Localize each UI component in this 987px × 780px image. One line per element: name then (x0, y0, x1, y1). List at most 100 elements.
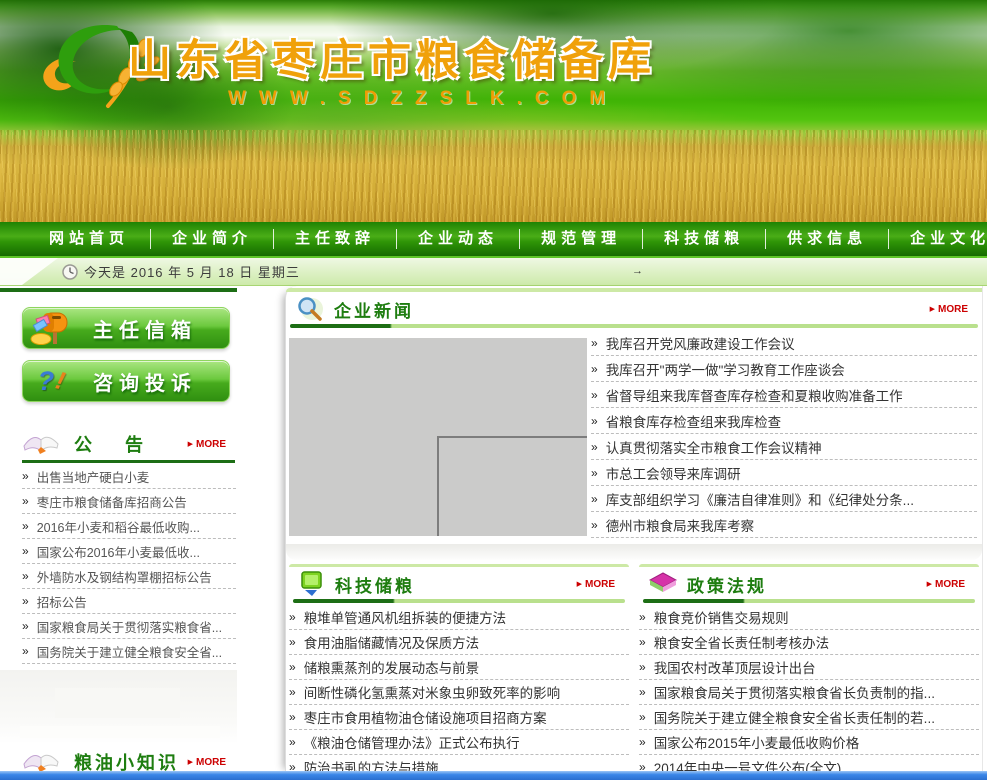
monitor-icon (299, 571, 325, 597)
list-item-link[interactable]: 国务院关于建立健全粮食安全省长责任制的若... (654, 707, 935, 727)
list-item-link[interactable]: 粮食竞价销售交易规则 (654, 607, 789, 627)
list-item: » 库支部组织学习《廉洁自律准则》和《纪律处分条... (591, 486, 977, 512)
more-link[interactable]: ▶ MORE (577, 579, 615, 590)
bullet-icon: » (591, 388, 598, 402)
list-item-link[interactable]: 国家粮食局关于贯彻落实粮食省长负责制的指... (654, 682, 935, 702)
list-item-link[interactable]: 国家公布2016年小麦最低收... (37, 542, 200, 561)
clock-icon (62, 264, 78, 280)
policy-section: 政策法规 ▶ MORE » 粮食竞价销售交易规则 (639, 564, 979, 780)
list-item-link[interactable]: 我库召开党风廉政建设工作会议 (606, 333, 795, 353)
list-item-link[interactable]: 国家粮食局关于贯彻落实粮食省... (37, 617, 222, 636)
list-item-link[interactable]: 粮食安全省长责任制考核办法 (654, 632, 830, 652)
list-item: » 枣庄市食用植物油仓储设施项目招商方案 (289, 705, 629, 730)
more-link[interactable]: ▶ MORE (188, 757, 226, 768)
policy-book-icon (649, 572, 677, 597)
button-label: 主任信箱 (93, 314, 197, 343)
list-item: » 间断性磷化氢熏蒸对米象虫卵致死率的影响 (289, 680, 629, 705)
list-item: » 我库召开党风廉政建设工作会议 (591, 330, 977, 356)
bullet-icon: » (639, 635, 646, 649)
site-url: WWW.SDZZSLK.COM (228, 88, 618, 110)
list-item: » 出售当地产硬白小麦 (22, 464, 236, 489)
list-item: » 省粮食库存检查组来我库检查 (591, 408, 977, 434)
list-item-link[interactable]: 市总工会领导来库调研 (606, 463, 741, 483)
nav-item[interactable]: 主任致辞 (274, 229, 397, 249)
bullet-icon: » (289, 610, 296, 624)
news-section-header: 企业新闻 ▶ MORE (286, 294, 982, 324)
consult-complaint-button[interactable]: ?! 咨询投诉 (22, 360, 230, 402)
main-column: 企业新闻 ▶ MORE » (285, 286, 983, 771)
list-item: » 国家公布2016年小麦最低收... (22, 539, 236, 564)
bullet-icon: » (639, 710, 646, 724)
more-link[interactable]: ▶ MORE (930, 304, 968, 315)
list-item: » 我国农村改革顶层设计出台 (639, 655, 979, 680)
list-item-link[interactable]: 认真贯彻落实全市粮食工作会议精神 (606, 437, 822, 457)
mailbox-icon (23, 309, 79, 347)
list-item: » 国家粮食局关于贯彻落实粮食省长负责制的指... (639, 680, 979, 705)
list-item-link[interactable]: 省粮食库存检查组来我库检查 (606, 411, 782, 431)
list-item: » 《粮油仓储管理办法》正式公布执行 (289, 730, 629, 755)
bullet-icon: » (591, 336, 598, 350)
news-body: » 我库召开党风廉政建设工作会议 » 我库召开"两学一做"学习教育工作座谈会 » (286, 328, 982, 540)
list-item-link[interactable]: 德州市粮食局来我库考察 (606, 515, 755, 535)
list-item: » 认真贯彻落实全市粮食工作会议精神 (591, 434, 977, 460)
list-item-link[interactable]: 储粮熏蒸剂的发展动态与前景 (304, 657, 480, 677)
nav-item[interactable]: 企业简介 (151, 229, 274, 249)
list-item-link[interactable]: 外墙防水及钢结构罩棚招标公告 (37, 567, 212, 586)
sidebar-ghost-panel (0, 670, 237, 744)
nav-item[interactable]: 企业动态 (397, 229, 520, 249)
list-item-link[interactable]: 枣庄市粮食储备库招商公告 (37, 492, 187, 511)
list-item-link[interactable]: 间断性磷化氢熏蒸对米象虫卵致死率的影响 (304, 682, 561, 702)
more-arrow-icon: ▶ (188, 440, 193, 448)
banner-wheat-field-decor (0, 130, 987, 222)
nav-item[interactable]: 供求信息 (766, 229, 889, 249)
nav-item[interactable]: 企业文化 (889, 229, 987, 249)
more-link[interactable]: ▶ MORE (188, 439, 226, 450)
list-item-link[interactable]: 粮堆单管通风机组拆装的便捷方法 (304, 607, 507, 627)
nav-item[interactable]: 科技储粮 (643, 229, 766, 249)
list-item-link[interactable]: 国家公布2015年小麦最低收购价格 (654, 732, 860, 752)
nav-item[interactable]: 网站首页 (28, 229, 151, 249)
section-title: 科技储粮 (335, 572, 415, 597)
list-item: » 国家公布2015年小麦最低收购价格 (639, 730, 979, 755)
nav-item[interactable]: 规范管理 (520, 229, 643, 249)
list-item-link[interactable]: 省督导组来我库督查库存检查和夏粮收购准备工作 (606, 385, 903, 405)
list-item-link[interactable]: 食用油脂储藏情况及保质方法 (304, 632, 480, 652)
bullet-icon: » (591, 466, 598, 480)
list-item: » 德州市粮食局来我库考察 (591, 512, 977, 538)
bullet-icon: » (289, 685, 296, 699)
list-item-link[interactable]: 《粮油仓储管理办法》正式公布执行 (304, 732, 520, 752)
current-date: 今天是 2016 年 5 月 18 日 星期三 (84, 262, 300, 281)
tech-section-header: 科技储粮 ▶ MORE (289, 569, 629, 599)
date-bar: 今天是 2016 年 5 月 18 日 星期三 → (0, 258, 987, 286)
bullet-icon: » (639, 735, 646, 749)
list-item-link[interactable]: 我库召开"两学一做"学习教育工作座谈会 (606, 359, 845, 379)
site-title: 山东省枣庄市粮食储备库 (128, 26, 656, 88)
list-item-link[interactable]: 库支部组织学习《廉洁自律准则》和《纪律处分条... (606, 489, 914, 509)
list-item: » 外墙防水及钢结构罩棚招标公告 (22, 564, 236, 589)
notice-underline (22, 460, 235, 463)
list-item-link[interactable]: 枣庄市食用植物油仓储设施项目招商方案 (304, 707, 547, 727)
list-item-link[interactable]: 招标公告 (37, 592, 87, 611)
sidebar: 主任信箱 ?! 咨询投诉 公 告 ▶ MORE (0, 286, 237, 771)
list-item: » 枣庄市粮食储备库招商公告 (22, 489, 236, 514)
list-item: » 粮食安全省长责任制考核办法 (639, 630, 979, 655)
list-item: » 省督导组来我库督查库存检查和夏粮收购准备工作 (591, 382, 977, 408)
list-item-link[interactable]: 2016年小麦和稻谷最低收购... (37, 517, 200, 536)
more-link[interactable]: ▶ MORE (927, 579, 965, 590)
list-item-link[interactable]: 我国农村改革顶层设计出台 (654, 657, 816, 677)
content-area: 主任信箱 ?! 咨询投诉 公 告 ▶ MORE (0, 286, 987, 771)
section-title: 企业新闻 (334, 297, 414, 322)
list-item: » 粮堆单管通风机组拆装的便捷方法 (289, 605, 629, 630)
more-arrow-icon: ▶ (188, 758, 193, 766)
date-bar-wedge-decor (0, 258, 62, 285)
list-item-link[interactable]: 出售当地产硬白小麦 (37, 467, 150, 486)
sidebar-top-rule (0, 288, 237, 292)
bullet-icon: » (591, 492, 598, 506)
bullet-icon: » (289, 710, 296, 724)
news-section: 企业新闻 ▶ MORE » (286, 294, 982, 540)
bullet-icon: » (22, 569, 29, 583)
director-mailbox-button[interactable]: 主任信箱 (22, 307, 230, 349)
tech-underline (293, 599, 625, 603)
book-icon (20, 430, 62, 458)
list-item-link[interactable]: 国务院关于建立健全粮食安全省... (37, 642, 222, 661)
